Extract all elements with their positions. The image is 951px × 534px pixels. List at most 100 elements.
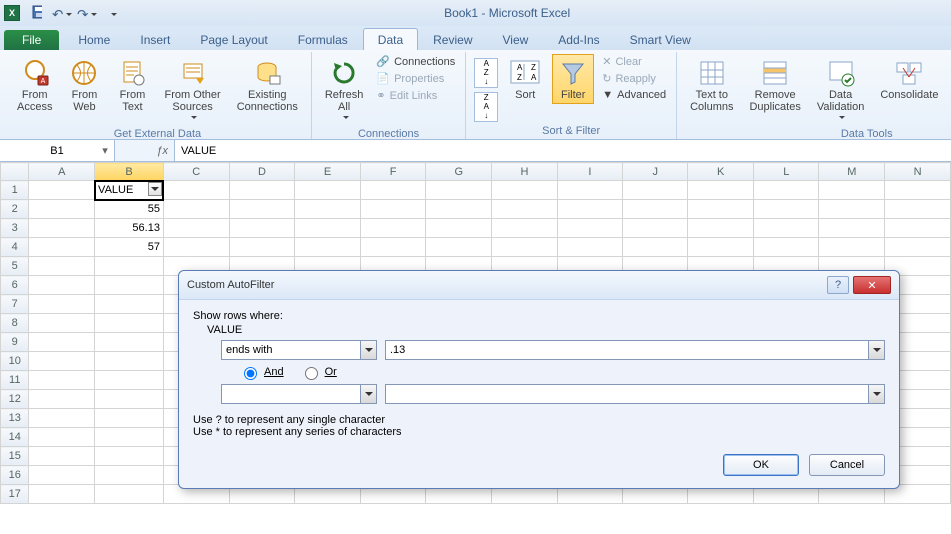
consolidate-button[interactable]: Consolidate [875,54,943,104]
cell-E2[interactable] [295,200,361,219]
from-access-button[interactable]: A From Access [12,54,57,116]
qat-redo-button[interactable]: ↷ [76,4,98,26]
cell-C1[interactable] [163,181,229,200]
cell-H1[interactable] [492,181,558,200]
cell-J1[interactable] [623,181,688,200]
cell-F1[interactable] [360,181,426,200]
row-header-3[interactable]: 3 [1,219,29,238]
row-header-5[interactable]: 5 [1,257,29,276]
cell-N1[interactable] [885,181,951,200]
cell-A9[interactable] [29,333,95,352]
cell-A17[interactable] [29,485,95,504]
cell-B6[interactable] [95,276,164,295]
cell-F2[interactable] [360,200,426,219]
name-box[interactable]: B1 ▾ [0,140,115,161]
col-header-G[interactable]: G [426,163,492,181]
cell-K2[interactable] [688,200,754,219]
cell-A8[interactable] [29,314,95,333]
cell-J2[interactable] [623,200,688,219]
cell-E1[interactable] [295,181,361,200]
cell-E3[interactable] [295,219,361,238]
sort-asc-button[interactable]: AZ↓ [474,58,498,88]
cell-B14[interactable] [95,428,164,447]
from-web-button[interactable]: From Web [63,54,105,116]
qat-customize-button[interactable] [101,3,123,25]
ok-button[interactable]: OK [723,454,799,476]
col-header-H[interactable]: H [492,163,558,181]
cell-A4[interactable] [29,238,95,257]
cell-A14[interactable] [29,428,95,447]
cell-A13[interactable] [29,409,95,428]
row-header-7[interactable]: 7 [1,295,29,314]
cell-B2[interactable]: 55 [95,200,164,219]
row-header-14[interactable]: 14 [1,428,29,447]
refresh-all-button[interactable]: Refresh All [320,54,369,128]
cell-H2[interactable] [492,200,558,219]
col-header-A[interactable]: A [29,163,95,181]
col-header-B[interactable]: B [95,163,164,181]
from-text-button[interactable]: From Text [111,54,153,116]
cell-I3[interactable] [557,219,622,238]
cell-H3[interactable] [492,219,558,238]
cell-D1[interactable] [229,181,295,200]
row-header-4[interactable]: 4 [1,238,29,257]
cell-B3[interactable]: 56.13 [95,219,164,238]
cell-A7[interactable] [29,295,95,314]
cell-L3[interactable] [754,219,819,238]
chevron-down-icon[interactable] [360,341,376,359]
sort-desc-button[interactable]: ZA↓ [474,92,498,122]
filter-button[interactable]: Filter [552,54,594,104]
fx-button[interactable]: ƒx [115,140,175,161]
cell-B9[interactable] [95,333,164,352]
cell-K1[interactable] [688,181,754,200]
cell-L1[interactable] [754,181,819,200]
cell-B12[interactable] [95,390,164,409]
value1-combo[interactable]: .13 [385,340,885,360]
tab-view[interactable]: View [488,28,544,50]
cell-G4[interactable] [426,238,492,257]
cell-I2[interactable] [557,200,622,219]
tab-review[interactable]: Review [418,28,487,50]
col-header-K[interactable]: K [688,163,754,181]
col-header-F[interactable]: F [360,163,426,181]
qat-save-button[interactable] [26,1,48,23]
formula-input[interactable] [175,140,951,161]
cell-I1[interactable] [557,181,622,200]
row-header-6[interactable]: 6 [1,276,29,295]
cell-G2[interactable] [426,200,492,219]
cell-A2[interactable] [29,200,95,219]
cell-B13[interactable] [95,409,164,428]
cell-B7[interactable] [95,295,164,314]
cell-J4[interactable] [623,238,688,257]
tab-page layout[interactable]: Page Layout [185,28,282,50]
and-radio[interactable]: And [239,364,284,380]
name-box-dropdown-icon[interactable]: ▾ [98,144,112,158]
cell-A11[interactable] [29,371,95,390]
tab-data[interactable]: Data [363,28,418,50]
value2-combo[interactable] [385,384,885,404]
cell-D3[interactable] [229,219,295,238]
row-header-16[interactable]: 16 [1,466,29,485]
sort-dialog-button[interactable]: AZZA Sort [504,54,546,104]
cell-M3[interactable] [819,219,885,238]
cell-E4[interactable] [295,238,361,257]
cell-B5[interactable] [95,257,164,276]
cancel-button[interactable]: Cancel [809,454,885,476]
col-header-D[interactable]: D [229,163,295,181]
cell-A1[interactable] [29,181,95,200]
cell-C2[interactable] [163,200,229,219]
cell-N4[interactable] [885,238,951,257]
cell-C4[interactable] [163,238,229,257]
cell-N3[interactable] [885,219,951,238]
tab-smart view[interactable]: Smart View [615,28,706,50]
cell-B8[interactable] [95,314,164,333]
advanced-filter-button[interactable]: ▼Advanced [600,88,668,102]
connections-button[interactable]: 🔗Connections [374,54,457,69]
row-header-12[interactable]: 12 [1,390,29,409]
cell-D2[interactable] [229,200,295,219]
col-header-N[interactable]: N [885,163,951,181]
cell-I4[interactable] [557,238,622,257]
cell-B10[interactable] [95,352,164,371]
tab-insert[interactable]: Insert [125,28,185,50]
tab-formulas[interactable]: Formulas [283,28,363,50]
